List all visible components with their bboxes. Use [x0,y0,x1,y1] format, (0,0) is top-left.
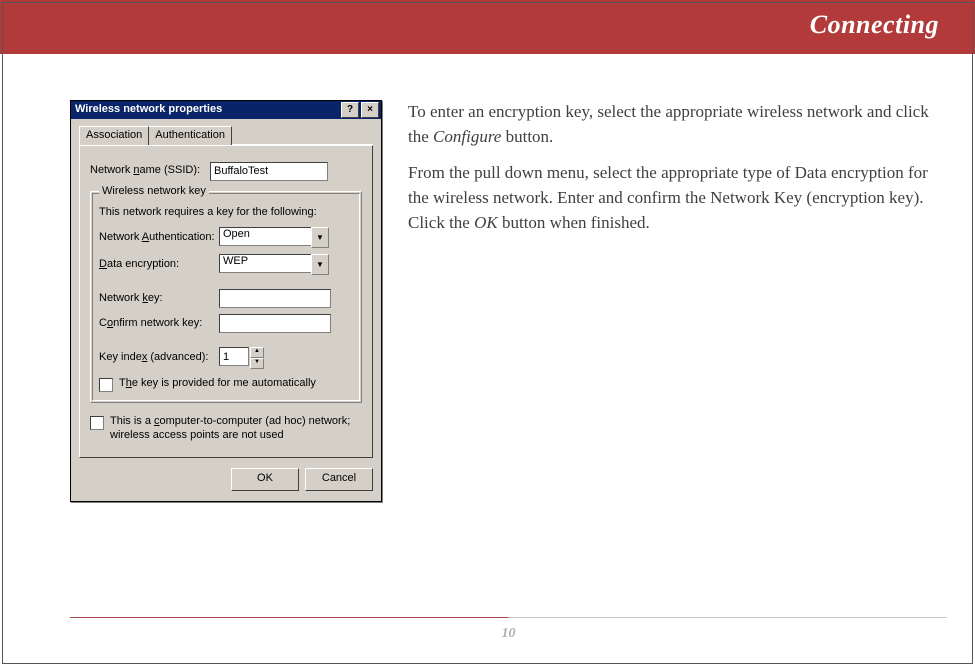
auto-key-label: The key is provided for me automatically [119,377,316,391]
association-panel: Network name (SSID): Wireless network ke… [79,145,373,458]
key-index-spinner[interactable]: ▲ ▼ [219,347,264,369]
key-index-input[interactable] [219,347,249,366]
key-index-label: Key index (advanced): [99,351,219,365]
network-auth-value: Open [219,227,311,246]
group-legend: Wireless network key [99,185,209,199]
dialog-titlebar[interactable]: Wireless network properties ? × [71,101,381,119]
network-key-input[interactable] [219,289,331,308]
spin-up-icon[interactable]: ▲ [250,347,264,358]
paragraph-1: To enter an encryption key, select the a… [408,100,947,149]
ok-button[interactable]: OK [231,468,299,491]
spin-down-icon[interactable]: ▼ [250,358,264,369]
wireless-key-group: Wireless network key This network requir… [90,191,362,404]
ssid-label: Network name (SSID): [90,164,210,178]
footer-rule [70,617,947,618]
wireless-properties-dialog: Wireless network properties ? × Associat… [70,100,382,502]
adhoc-label: This is a computer-to-computer (ad hoc) … [110,415,362,443]
close-icon: × [367,104,373,117]
data-encryption-label: Data encryption: [99,258,219,272]
adhoc-checkbox[interactable] [90,416,104,430]
paragraph-2: From the pull down menu, select the appr… [408,161,947,235]
cancel-button[interactable]: Cancel [305,468,373,491]
chevron-down-icon[interactable]: ▼ [311,254,329,275]
tab-authentication[interactable]: Authentication [148,126,232,145]
network-key-label: Network key: [99,292,219,306]
network-auth-label: Network Authentication: [99,231,219,245]
chapter-title: Connecting [810,10,939,39]
page-number: 10 [70,626,947,642]
dialog-title: Wireless network properties [75,103,222,117]
chevron-down-icon[interactable]: ▼ [311,227,329,248]
close-button[interactable]: × [361,102,379,118]
page-footer: 10 [70,609,947,642]
confirm-key-input[interactable] [219,314,331,333]
tab-strip: Association Authentication [79,125,373,145]
chapter-banner: Connecting [0,0,975,54]
auto-key-checkbox[interactable] [99,378,113,392]
help-button[interactable]: ? [341,102,359,118]
requires-key-text: This network requires a key for the foll… [99,206,353,220]
instruction-text: To enter an encryption key, select the a… [408,100,947,502]
tab-association[interactable]: Association [79,126,149,145]
data-encryption-combo[interactable]: WEP ▼ [219,254,329,275]
confirm-key-label: Confirm network key: [99,317,219,331]
ssid-input[interactable] [210,162,328,181]
data-encryption-value: WEP [219,254,311,273]
network-auth-combo[interactable]: Open ▼ [219,227,329,248]
